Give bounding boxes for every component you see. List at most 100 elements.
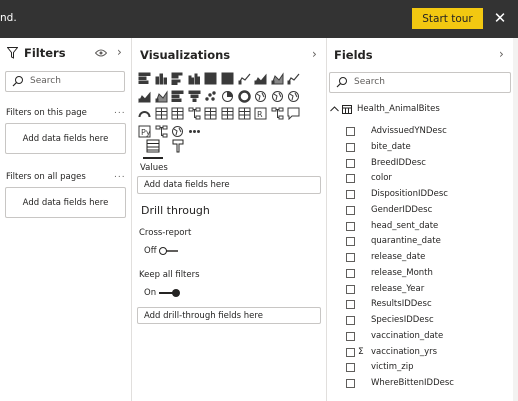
- line-and-column-chart-icon[interactable]: [287, 72, 300, 85]
- field-checkbox[interactable]: [346, 219, 355, 233]
- field-name[interactable]: WhereBittenIDDesc: [371, 378, 454, 388]
- table-node[interactable]: Health_AnimalBites: [330, 104, 440, 114]
- field-checkbox[interactable]: [346, 171, 355, 185]
- field-checkbox[interactable]: [346, 124, 355, 138]
- close-icon[interactable]: ✕: [491, 8, 509, 28]
- scatter-chart-icon[interactable]: [204, 90, 217, 103]
- checkbox-box[interactable]: [346, 173, 355, 183]
- funnel-chart-icon[interactable]: [188, 90, 201, 103]
- field-name[interactable]: vaccination_yrs: [371, 347, 437, 357]
- filters-all-more-icon[interactable]: ...: [114, 170, 126, 180]
- start-tour-button[interactable]: Start tour: [412, 8, 483, 29]
- gauge-icon[interactable]: [138, 107, 151, 120]
- checkbox-box[interactable]: [346, 205, 355, 215]
- checkbox-box[interactable]: [346, 378, 355, 388]
- field-name[interactable]: victim_zip: [371, 362, 414, 372]
- field-name[interactable]: DispositionIDDesc: [371, 189, 448, 199]
- field-checkbox[interactable]: [346, 345, 355, 359]
- field-checkbox[interactable]: [346, 313, 355, 327]
- filters-all-dropzone[interactable]: Add data fields here: [5, 187, 126, 218]
- collapse-filters-chevron-icon[interactable]: ›: [117, 45, 122, 59]
- field-name[interactable]: head_sent_date: [371, 221, 438, 231]
- stacked-column-chart-icon[interactable]: [155, 72, 168, 85]
- checkbox-box[interactable]: [346, 331, 355, 341]
- map-icon[interactable]: [271, 90, 284, 103]
- checkbox-box[interactable]: [346, 284, 355, 294]
- 100-stacked-bar-chart-icon[interactable]: [204, 72, 217, 85]
- field-checkbox[interactable]: [346, 376, 355, 390]
- checkbox-box[interactable]: [346, 142, 355, 152]
- field-checkbox[interactable]: [346, 156, 355, 170]
- field-name[interactable]: release_Month: [371, 268, 433, 278]
- checkbox-box[interactable]: [346, 362, 355, 372]
- more-visuals-icon[interactable]: [188, 125, 201, 138]
- ribbon-chart-icon[interactable]: [155, 90, 168, 103]
- qna-icon[interactable]: [287, 107, 300, 120]
- checkbox-box[interactable]: [346, 315, 355, 325]
- filled-map-icon[interactable]: [287, 90, 300, 103]
- field-name[interactable]: quarantine_date: [371, 236, 441, 246]
- field-name[interactable]: release_date: [371, 252, 425, 262]
- checkbox-box[interactable]: [346, 268, 355, 278]
- field-name[interactable]: BreedIDDesc: [371, 158, 426, 168]
- cross-report-toggle[interactable]: Off: [144, 246, 178, 256]
- clustered-column-chart-icon[interactable]: [188, 72, 201, 85]
- field-name[interactable]: GenderIDDesc: [371, 205, 432, 215]
- chevron-down-icon[interactable]: [330, 106, 339, 112]
- field-name[interactable]: color: [371, 173, 392, 183]
- clustered-bar-chart-icon[interactable]: [171, 72, 184, 85]
- checkbox-box[interactable]: [346, 236, 355, 246]
- collapse-fields-chevron-icon[interactable]: ›: [499, 47, 504, 61]
- format-tab-icon[interactable]: [172, 139, 185, 153]
- 100-stacked-column-chart-icon[interactable]: [221, 72, 234, 85]
- collapse-viz-chevron-icon[interactable]: ›: [312, 47, 317, 61]
- values-dropzone[interactable]: Add data fields here: [137, 176, 321, 194]
- fields-search-input[interactable]: Search: [329, 72, 511, 93]
- field-name[interactable]: ResultsIDDesc: [371, 299, 432, 309]
- fields-tab-icon[interactable]: [146, 139, 160, 153]
- field-checkbox[interactable]: [346, 297, 355, 311]
- eye-icon[interactable]: [95, 49, 107, 57]
- field-name[interactable]: bite_date: [371, 142, 411, 152]
- field-checkbox[interactable]: [346, 266, 355, 280]
- python-visual-icon[interactable]: Py: [138, 125, 151, 138]
- kpi-icon[interactable]: [188, 107, 201, 120]
- field-name[interactable]: release_Year: [371, 284, 424, 294]
- stacked-bar-chart-icon[interactable]: [138, 72, 151, 85]
- checkbox-box[interactable]: [346, 347, 355, 357]
- checkbox-box[interactable]: [346, 126, 355, 136]
- key-influencers-icon[interactable]: [271, 107, 284, 120]
- field-checkbox[interactable]: [346, 282, 355, 296]
- donut-chart-icon[interactable]: [238, 90, 251, 103]
- field-checkbox[interactable]: [346, 187, 355, 201]
- filters-page-more-icon[interactable]: ...: [114, 106, 126, 116]
- card-icon[interactable]: [155, 107, 168, 120]
- checkbox-box[interactable]: [346, 189, 355, 199]
- checkbox-box[interactable]: [346, 252, 355, 262]
- field-name[interactable]: SpeciesIDDesc: [371, 315, 434, 325]
- field-checkbox[interactable]: [346, 234, 355, 248]
- drill-through-dropzone[interactable]: Add drill-through fields here: [137, 307, 321, 324]
- line-chart-icon[interactable]: [238, 72, 251, 85]
- field-name[interactable]: vaccination_date: [371, 331, 443, 341]
- field-checkbox[interactable]: [346, 140, 355, 154]
- checkbox-box[interactable]: [346, 221, 355, 231]
- field-name[interactable]: AdvissuedYNDesc: [371, 126, 447, 136]
- field-checkbox[interactable]: [346, 250, 355, 264]
- waterfall-chart-icon[interactable]: [171, 90, 184, 103]
- filters-search-input[interactable]: Search: [5, 71, 125, 92]
- area-chart-icon[interactable]: [254, 72, 267, 85]
- field-checkbox[interactable]: [346, 329, 355, 343]
- multi-row-card-icon[interactable]: [171, 107, 184, 120]
- filters-page-dropzone[interactable]: Add data fields here: [5, 123, 126, 154]
- matrix-icon[interactable]: [238, 107, 251, 120]
- table-icon[interactable]: [221, 107, 234, 120]
- stacked-area-chart-icon[interactable]: [271, 72, 284, 85]
- arcgis-map-icon[interactable]: [171, 125, 184, 138]
- decomposition-tree-icon[interactable]: [155, 125, 168, 138]
- line-and-clustered-column-chart-icon[interactable]: [138, 90, 151, 103]
- checkbox-box[interactable]: [346, 158, 355, 168]
- pie-chart-icon[interactable]: [221, 90, 234, 103]
- right-edge-scrollbar[interactable]: [513, 38, 518, 401]
- slicer-icon[interactable]: [204, 107, 217, 120]
